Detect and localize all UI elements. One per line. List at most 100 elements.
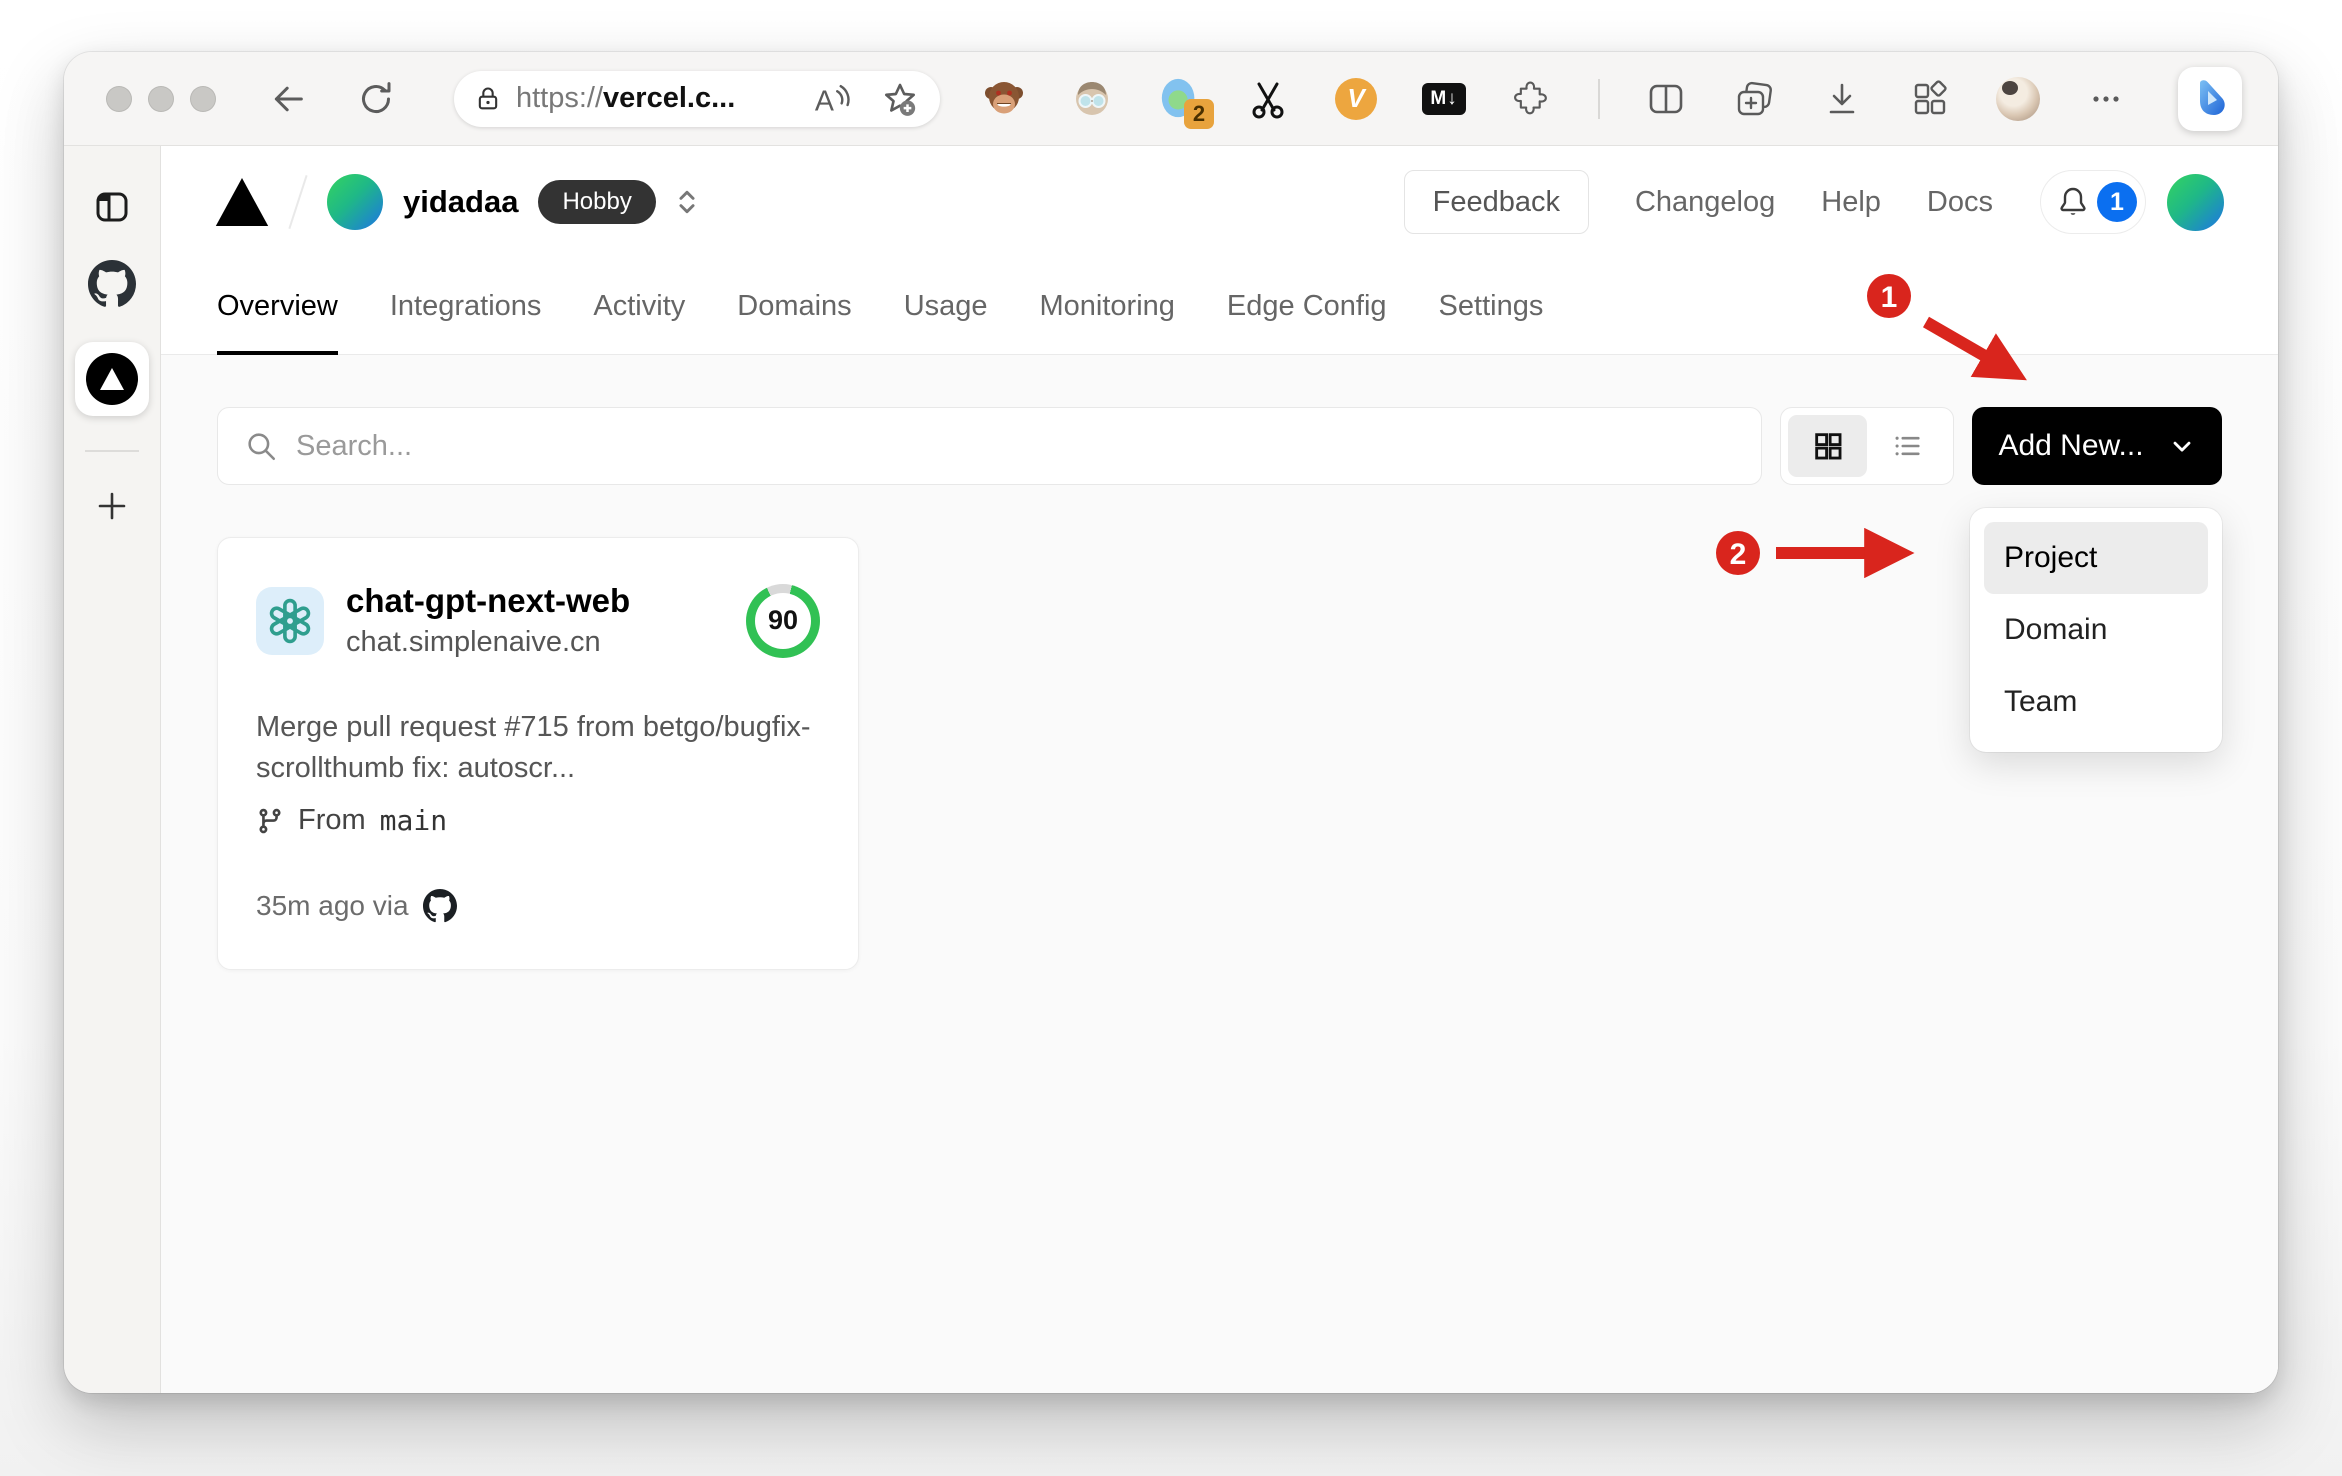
dashboard-content: Add New...: [161, 355, 2278, 1393]
browser-toolbar: https://vercel.c... A 2 V M↓: [64, 52, 2278, 146]
deployment-meta: 35m ago via: [256, 889, 820, 923]
score-value: 90: [767, 605, 799, 635]
refresh-button[interactable]: [356, 79, 396, 119]
add-new-label: Add New...: [1998, 429, 2144, 462]
extension-badge: 2: [1184, 98, 1214, 129]
commit-message[interactable]: Merge pull request #715 from betgo/bugfi…: [256, 707, 816, 788]
feedback-button[interactable]: Feedback: [1403, 170, 1589, 234]
sidebar-panel-icon: [96, 192, 128, 222]
collections-icon: [1737, 81, 1772, 115]
close-window-button[interactable]: [106, 85, 132, 112]
url-scheme: https://: [516, 82, 604, 114]
browser-profile-button[interactable]: [1996, 76, 2040, 121]
list-view-icon: [1895, 436, 1920, 456]
markdown-extension-icon[interactable]: M↓: [1422, 77, 1466, 121]
person-glasses-icon: [1076, 81, 1108, 115]
user-avatar[interactable]: [2167, 173, 2224, 231]
tab-integrations[interactable]: Integrations: [390, 258, 542, 354]
url-text: https://vercel.c...: [516, 82, 812, 115]
team-switcher-button[interactable]: [672, 185, 702, 219]
user-profile-extension-icon[interactable]: [1070, 77, 1114, 121]
extensions-menu-button[interactable]: [1510, 77, 1554, 121]
add-new-dropdown: Project Domain Team: [1970, 508, 2222, 752]
violentmonkey-extension-icon[interactable]: V: [1334, 77, 1378, 121]
project-name[interactable]: chat-gpt-next-web: [346, 582, 630, 620]
plan-badge: Hobby: [538, 180, 656, 224]
back-button[interactable]: [268, 79, 308, 119]
maximize-window-button[interactable]: [190, 85, 216, 112]
branch-name[interactable]: main: [380, 804, 447, 837]
violentmonkey-icon: V: [1335, 77, 1377, 120]
more-options-button[interactable]: [2084, 77, 2128, 121]
downloads-button[interactable]: [1820, 77, 1864, 121]
sidebar-toggle-button[interactable]: [93, 188, 131, 226]
team-name[interactable]: yidadaa: [403, 184, 518, 220]
sidebar-item-github[interactable]: [88, 260, 136, 308]
chevron-down-icon: [2173, 441, 2190, 452]
deployment-time: 35m ago via: [256, 890, 409, 922]
split-screen-button[interactable]: [1644, 77, 1688, 121]
copilot-button[interactable]: [2178, 66, 2242, 131]
sidebar-item-vercel-active[interactable]: [75, 342, 149, 416]
star-add-icon: [885, 83, 916, 116]
read-aloud-icon: A: [815, 84, 850, 117]
orb-extension-icon[interactable]: 2: [1158, 77, 1214, 129]
list-view-button[interactable]: [1867, 415, 1946, 477]
dashboard-tabs: Overview Integrations Activity Domains U…: [161, 258, 2278, 355]
git-branch-icon: [259, 808, 281, 833]
dropdown-item-domain[interactable]: Domain: [1984, 594, 2208, 666]
read-aloud-button[interactable]: A: [812, 81, 852, 117]
sidebar-add-button[interactable]: [92, 486, 132, 526]
tampermonkey-extension-icon[interactable]: [982, 77, 1026, 121]
back-arrow-icon: [274, 86, 303, 111]
tab-usage[interactable]: Usage: [904, 258, 988, 354]
score-ring[interactable]: 90: [746, 583, 820, 658]
github-icon: [88, 260, 136, 307]
scissors-extension-icon[interactable]: [1246, 77, 1290, 121]
traffic-lights: [106, 85, 216, 112]
puzzle-icon: [1514, 80, 1547, 114]
minimize-window-button[interactable]: [148, 85, 174, 112]
notification-count-badge: 1: [2097, 182, 2137, 222]
download-icon: [1829, 83, 1855, 113]
browser-window: https://vercel.c... A 2 V M↓ yidadaa Hob…: [64, 52, 2278, 1393]
grid-view-button[interactable]: [1788, 415, 1867, 477]
help-link[interactable]: Help: [1821, 186, 1881, 219]
project-icon-tile: [256, 586, 324, 655]
notifications-button[interactable]: 1: [2041, 171, 2145, 233]
project-card[interactable]: chat-gpt-next-web chat.simplenaive.cn 90…: [217, 537, 859, 971]
projects-toolbar: Add New...: [217, 407, 2222, 485]
tab-activity[interactable]: Activity: [593, 258, 685, 354]
vercel-logo[interactable]: [215, 178, 269, 226]
view-toggle: [1780, 407, 1954, 485]
sidebar-divider: [85, 450, 139, 452]
address-bar[interactable]: https://vercel.c... A: [454, 70, 940, 127]
project-domain[interactable]: chat.simplenaive.cn: [346, 626, 630, 659]
search-icon: [248, 433, 276, 461]
changelog-link[interactable]: Changelog: [1635, 186, 1775, 219]
docs-link[interactable]: Docs: [1927, 186, 1993, 219]
vercel-app-icon: [86, 353, 138, 405]
ellipsis-icon: [2093, 95, 2119, 102]
chevron-up-down-icon: [679, 190, 695, 214]
apps-launcher-button[interactable]: [1908, 77, 1952, 121]
tab-domains[interactable]: Domains: [737, 258, 851, 354]
search-input[interactable]: [296, 429, 1735, 463]
tab-monitoring[interactable]: Monitoring: [1040, 258, 1175, 354]
openai-logo-icon: [269, 598, 311, 643]
project-search[interactable]: [217, 407, 1762, 485]
split-screen-icon: [1649, 84, 1683, 113]
tab-overview[interactable]: Overview: [217, 258, 338, 355]
tab-edge-config[interactable]: Edge Config: [1227, 258, 1387, 354]
add-new-button[interactable]: Add New...: [1972, 407, 2222, 485]
dropdown-item-project[interactable]: Project: [1984, 522, 2208, 594]
markdown-icon: M↓: [1422, 82, 1466, 115]
dropdown-item-team[interactable]: Team: [1984, 666, 2208, 738]
add-favorite-button[interactable]: [880, 79, 920, 119]
tab-settings[interactable]: Settings: [1439, 258, 1544, 354]
edge-sidebar: [64, 146, 161, 1393]
svg-text:A: A: [815, 85, 834, 117]
lock-icon: [478, 87, 498, 109]
collections-button[interactable]: [1732, 77, 1776, 121]
team-avatar[interactable]: [327, 174, 383, 230]
